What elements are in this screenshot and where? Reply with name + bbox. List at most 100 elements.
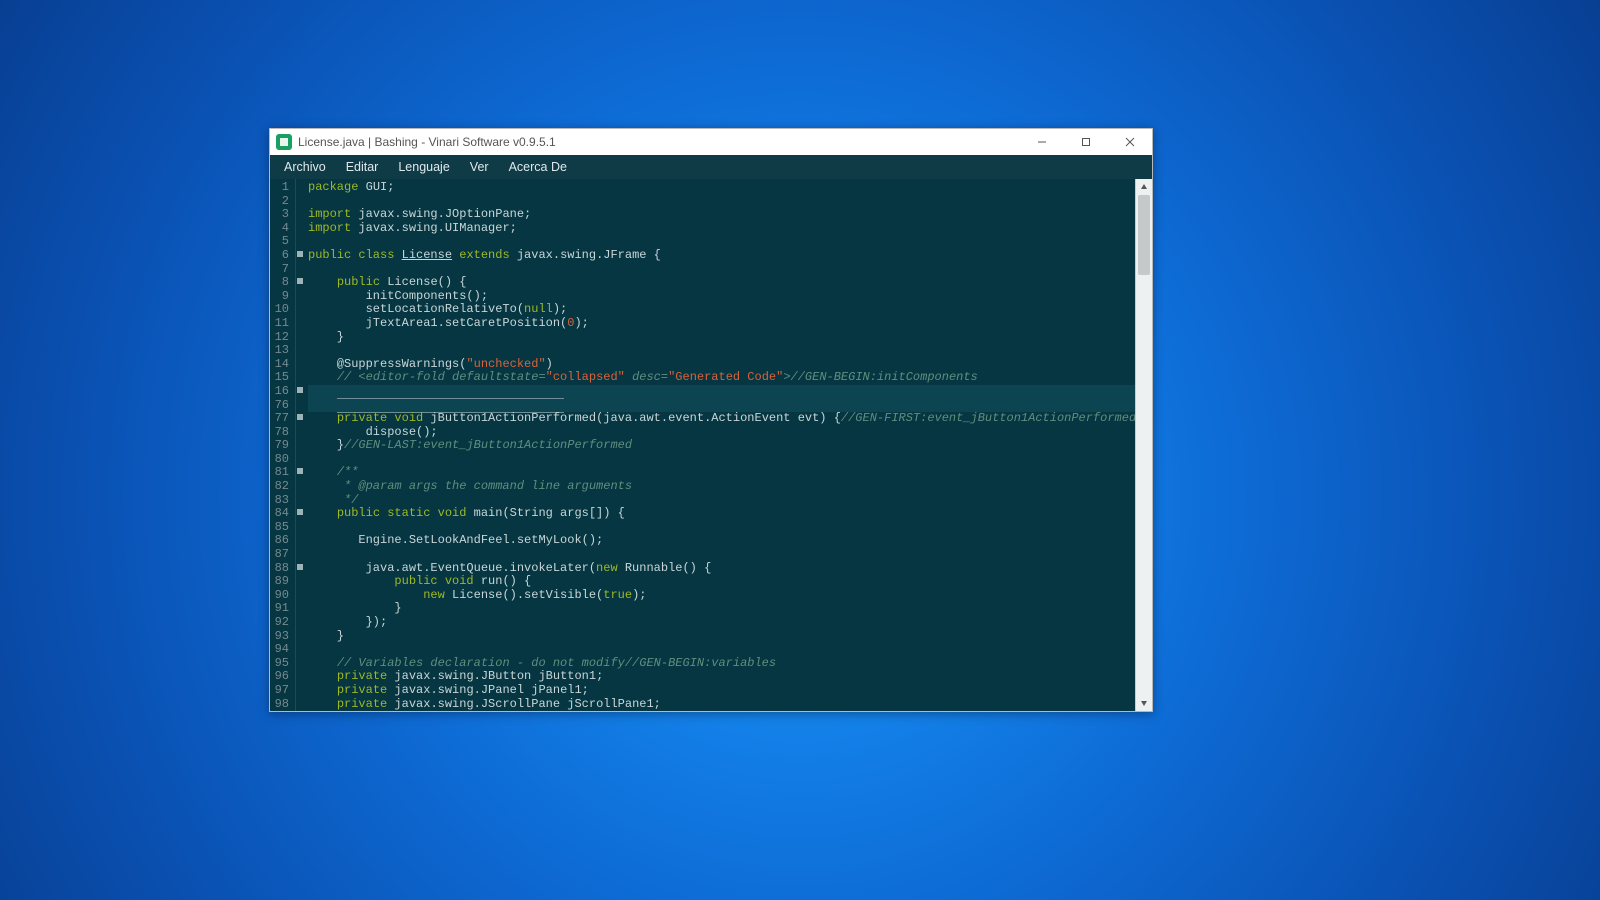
code-line[interactable]: * @param args the command line arguments (308, 480, 1135, 494)
code-token: extends (452, 248, 517, 262)
fold-column[interactable] (296, 179, 304, 711)
menu-ver[interactable]: Ver (460, 158, 499, 176)
maximize-button[interactable] (1064, 129, 1108, 155)
code-line[interactable] (308, 643, 1135, 657)
code-line[interactable] (308, 235, 1135, 249)
fold-slot[interactable] (296, 573, 304, 587)
fold-marker-icon[interactable] (297, 387, 303, 393)
code-line[interactable]: public void run() { (308, 575, 1135, 589)
code-line[interactable]: } (308, 630, 1135, 644)
fold-slot[interactable] (296, 600, 304, 614)
code-line[interactable]: }//GEN-LAST:event_jButton1ActionPerforme… (308, 439, 1135, 453)
fold-slot[interactable] (296, 410, 304, 424)
fold-slot[interactable] (296, 261, 304, 275)
fold-slot[interactable] (296, 668, 304, 682)
code-token: true (603, 588, 632, 602)
fold-slot[interactable] (296, 464, 304, 478)
code-line[interactable]: jTextArea1.setCaretPosition(0); (308, 317, 1135, 331)
line-number: 10 (270, 303, 291, 317)
code-editor[interactable]: 1234567891011121314151676777879808182838… (270, 179, 1135, 711)
fold-slot[interactable] (296, 193, 304, 207)
code-line[interactable] (308, 548, 1135, 562)
fold-slot[interactable] (296, 397, 304, 411)
fold-slot[interactable] (296, 356, 304, 370)
fold-marker-icon[interactable] (297, 278, 303, 284)
fold-slot[interactable] (296, 519, 304, 533)
fold-slot[interactable] (296, 587, 304, 601)
code-line[interactable]: import javax.swing.JOptionPane; (308, 208, 1135, 222)
scroll-up-button[interactable] (1136, 179, 1152, 195)
fold-slot[interactable] (296, 505, 304, 519)
fold-slot[interactable] (296, 206, 304, 220)
code-line[interactable]: } (308, 602, 1135, 616)
code-line[interactable]: import javax.swing.UIManager; (308, 222, 1135, 236)
code-line[interactable]: private javax.swing.JPanel jPanel1; (308, 684, 1135, 698)
fold-slot[interactable] (296, 560, 304, 574)
code-line[interactable]: private javax.swing.JScrollPane jScrollP… (308, 698, 1135, 711)
fold-slot[interactable] (296, 628, 304, 642)
menu-editar[interactable]: Editar (336, 158, 389, 176)
fold-slot[interactable] (296, 451, 304, 465)
fold-slot[interactable] (296, 492, 304, 506)
fold-marker-icon[interactable] (297, 251, 303, 257)
code-line[interactable]: } (308, 331, 1135, 345)
code-line[interactable]: public License() { (308, 276, 1135, 290)
fold-slot[interactable] (296, 437, 304, 451)
code-line[interactable] (308, 453, 1135, 467)
fold-marker-icon[interactable] (297, 468, 303, 474)
fold-marker-icon[interactable] (297, 564, 303, 570)
fold-slot[interactable] (296, 179, 304, 193)
line-number: 98 (270, 698, 291, 711)
code-line[interactable]: private void jButton1ActionPerformed(jav… (308, 412, 1135, 426)
code-line[interactable]: new License().setVisible(true); (308, 589, 1135, 603)
menu-acerca-de[interactable]: Acerca De (499, 158, 577, 176)
title-bar[interactable]: License.java | Bashing - Vinari Software… (270, 129, 1152, 155)
fold-slot[interactable] (296, 383, 304, 397)
minimize-button[interactable] (1020, 129, 1064, 155)
fold-slot[interactable] (296, 301, 304, 315)
fold-slot[interactable] (296, 424, 304, 438)
fold-slot[interactable] (296, 641, 304, 655)
fold-slot[interactable] (296, 478, 304, 492)
vertical-scrollbar[interactable] (1135, 179, 1152, 711)
fold-slot[interactable] (296, 532, 304, 546)
fold-slot[interactable] (296, 247, 304, 261)
code-line[interactable]: private void initComponents() { (308, 385, 1135, 399)
code-content[interactable]: package GUI; import javax.swing.JOptionPa… (304, 179, 1135, 711)
fold-slot[interactable] (296, 682, 304, 696)
code-token: jButton1ActionPerformed(java.awt.event.A… (423, 411, 841, 425)
scroll-track[interactable] (1136, 195, 1152, 695)
fold-slot[interactable] (296, 369, 304, 383)
close-button[interactable] (1108, 129, 1152, 155)
fold-marker-icon[interactable] (297, 414, 303, 420)
fold-slot[interactable] (296, 274, 304, 288)
code-line[interactable]: public class License extends javax.swing… (308, 249, 1135, 263)
fold-slot[interactable] (296, 546, 304, 560)
code-line[interactable]: package GUI; (308, 181, 1135, 195)
code-token: javax.swing.JButton jButton1; (387, 669, 603, 683)
fold-slot[interactable] (296, 342, 304, 356)
fold-slot[interactable] (296, 655, 304, 669)
app-window: License.java | Bashing - Vinari Software… (269, 128, 1153, 712)
fold-slot[interactable] (296, 614, 304, 628)
line-number: 82 (270, 480, 291, 494)
code-line[interactable]: private javax.swing.JButton jButton1; (308, 670, 1135, 684)
scroll-thumb[interactable] (1138, 195, 1150, 275)
code-line[interactable]: Engine.SetLookAndFeel.setMyLook(); (308, 534, 1135, 548)
code-line[interactable] (308, 344, 1135, 358)
fold-slot[interactable] (296, 696, 304, 710)
code-line[interactable]: // <editor-fold defaultstate="collapsed"… (308, 371, 1135, 385)
menu-archivo[interactable]: Archivo (274, 158, 336, 176)
fold-slot[interactable] (296, 329, 304, 343)
code-line[interactable]: }); (308, 616, 1135, 630)
menu-lenguaje[interactable]: Lenguaje (388, 158, 459, 176)
fold-slot[interactable] (296, 220, 304, 234)
code-token: package (308, 180, 358, 194)
code-line[interactable]: public static void main(String args[]) { (308, 507, 1135, 521)
fold-slot[interactable] (296, 315, 304, 329)
code-line[interactable]: setLocationRelativeTo(null); (308, 303, 1135, 317)
fold-slot[interactable] (296, 288, 304, 302)
fold-marker-icon[interactable] (297, 509, 303, 515)
fold-slot[interactable] (296, 233, 304, 247)
scroll-down-button[interactable] (1136, 695, 1152, 711)
